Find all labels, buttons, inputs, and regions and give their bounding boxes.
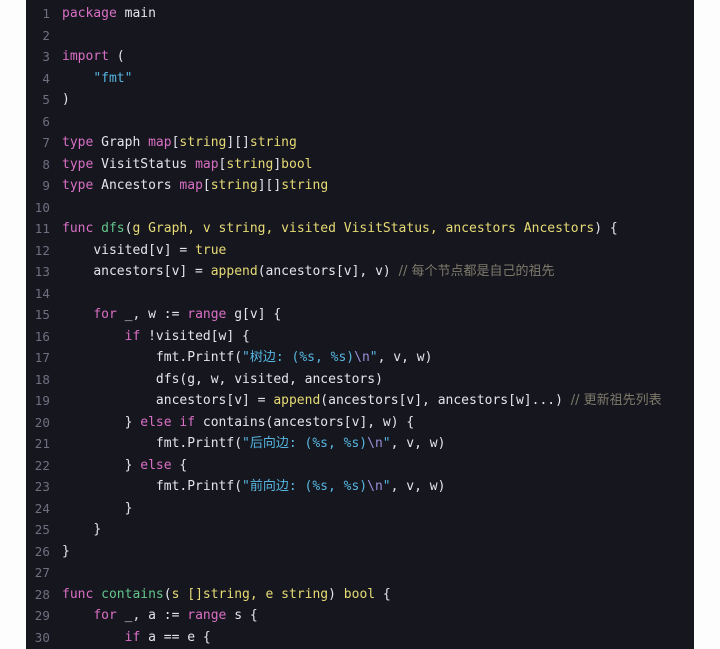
line-number: 22 xyxy=(34,457,50,473)
code-editor[interactable]: 1 package main 2 3 import ( 4 "fmt" 5 ) xyxy=(0,0,720,649)
line-number: 24 xyxy=(34,500,50,516)
editor-surface[interactable]: 1 package main 2 3 import ( 4 "fmt" 5 ) xyxy=(26,0,694,649)
code-line[interactable]: 9 type Ancestors map[string][]string xyxy=(26,175,694,197)
line-number: 4 xyxy=(42,70,50,86)
line-number: 26 xyxy=(34,543,50,559)
line-number: 29 xyxy=(34,608,50,623)
code-line[interactable]: 22 } else { xyxy=(26,455,694,477)
line-source: } xyxy=(93,522,102,537)
line-number: 16 xyxy=(34,328,50,344)
code-line[interactable]: 15 for _, w := range g[v] { xyxy=(26,304,694,326)
line-source: type Ancestors map[string][]string xyxy=(62,178,329,193)
line-source: } xyxy=(124,500,133,516)
line-source: for _, a := range s { xyxy=(93,608,258,623)
line-number: 13 xyxy=(34,264,50,279)
line-source: for _, w := range g[v] { xyxy=(93,307,282,322)
line-source: fmt.Printf("树边: (%s, %s)\n", v, w) xyxy=(155,350,433,365)
line-number: 30 xyxy=(34,629,50,645)
line-source: ancestors[v] = append(ancestors[v], v) /… xyxy=(93,264,555,279)
code-lines-container: 1 package main 2 3 import ( 4 "fmt" 5 ) xyxy=(26,0,694,648)
code-line[interactable]: 6 xyxy=(26,111,694,133)
line-source: ancestors[v] = append(ancestors[v], ance… xyxy=(155,393,662,408)
line-source: fmt.Printf("前向边: (%s, %s)\n", v, w) xyxy=(155,479,446,494)
line-source: dfs(g, w, visited, ancestors) xyxy=(155,371,383,387)
code-line[interactable]: 25 } xyxy=(26,519,694,541)
code-line[interactable]: 1 package main xyxy=(26,3,694,25)
line-source: visited[v] = true xyxy=(93,242,227,258)
code-line[interactable]: 17 fmt.Printf("树边: (%s, %s)\n", v, w) xyxy=(26,347,694,369)
code-line[interactable]: 4 "fmt" xyxy=(26,68,694,90)
code-line[interactable]: 30 if a == e { xyxy=(26,627,694,649)
code-line[interactable]: 2 xyxy=(26,25,694,47)
line-source: } else if contains(ancestors[v], w) { xyxy=(124,414,415,430)
line-source: fmt.Printf("后向边: (%s, %s)\n", v, w) xyxy=(155,436,446,451)
code-line[interactable]: 23 fmt.Printf("前向边: (%s, %s)\n", v, w) xyxy=(26,476,694,498)
line-source: "fmt" xyxy=(93,70,133,86)
line-number: 5 xyxy=(42,92,50,107)
code-line[interactable]: 29 for _, a := range s { xyxy=(26,605,694,627)
line-number: 23 xyxy=(34,479,50,494)
code-line[interactable]: 5 ) xyxy=(26,89,694,111)
line-source: func contains(s []string, e string) bool… xyxy=(62,586,391,602)
code-line[interactable]: 26 } xyxy=(26,541,694,563)
line-number: 15 xyxy=(34,307,50,322)
line-number: 12 xyxy=(34,242,50,258)
code-line[interactable]: 11 func dfs(g Graph, v string, visited V… xyxy=(26,218,694,240)
line-number: 20 xyxy=(34,414,50,430)
code-line[interactable]: 13 ancestors[v] = append(ancestors[v], v… xyxy=(26,261,694,283)
line-number: 2 xyxy=(42,27,50,43)
code-line[interactable]: 7 type Graph map[string][]string xyxy=(26,132,694,154)
line-number: 21 xyxy=(34,436,50,451)
code-line[interactable]: 28 func contains(s []string, e string) b… xyxy=(26,584,694,606)
line-number: 9 xyxy=(42,178,50,193)
line-source: import ( xyxy=(62,49,125,64)
code-line[interactable]: 10 xyxy=(26,197,694,219)
code-line[interactable]: 21 fmt.Printf("后向边: (%s, %s)\n", v, w) xyxy=(26,433,694,455)
line-number: 17 xyxy=(34,350,50,365)
line-number: 28 xyxy=(34,586,50,602)
line-number: 10 xyxy=(34,199,50,215)
code-line[interactable]: 27 xyxy=(26,562,694,584)
line-number: 3 xyxy=(42,49,50,64)
line-source: type Graph map[string][]string xyxy=(62,135,297,150)
line-number: 8 xyxy=(42,156,50,172)
line-number: 14 xyxy=(34,285,50,301)
code-line[interactable]: 3 import ( xyxy=(26,46,694,68)
code-line[interactable]: 14 xyxy=(26,283,694,305)
line-source: if !visited[w] { xyxy=(124,328,250,344)
line-source: ) xyxy=(62,92,70,107)
line-source: func dfs(g Graph, v string, visited Visi… xyxy=(62,221,618,236)
line-source: package main xyxy=(62,6,156,21)
line-number: 27 xyxy=(34,565,50,580)
line-number: 19 xyxy=(34,393,50,408)
line-source: } xyxy=(62,543,70,559)
code-line[interactable]: 24 } xyxy=(26,498,694,520)
line-source: } else { xyxy=(124,457,188,473)
line-source: if a == e { xyxy=(124,629,211,645)
code-line[interactable]: 8 type VisitStatus map[string]bool xyxy=(26,154,694,176)
code-line[interactable]: 16 if !visited[w] { xyxy=(26,326,694,348)
line-number: 6 xyxy=(42,113,50,129)
line-number: 18 xyxy=(34,371,50,387)
line-number: 1 xyxy=(42,6,50,21)
code-line[interactable]: 18 dfs(g, w, visited, ancestors) xyxy=(26,369,694,391)
code-line[interactable]: 19 ancestors[v] = append(ancestors[v], a… xyxy=(26,390,694,412)
line-number: 7 xyxy=(42,135,50,150)
line-source: type VisitStatus map[string]bool xyxy=(62,156,313,172)
code-line[interactable]: 12 visited[v] = true xyxy=(26,240,694,262)
code-line[interactable]: 20 } else if contains(ancestors[v], w) { xyxy=(26,412,694,434)
line-number: 25 xyxy=(34,522,50,537)
line-number: 11 xyxy=(34,221,50,236)
